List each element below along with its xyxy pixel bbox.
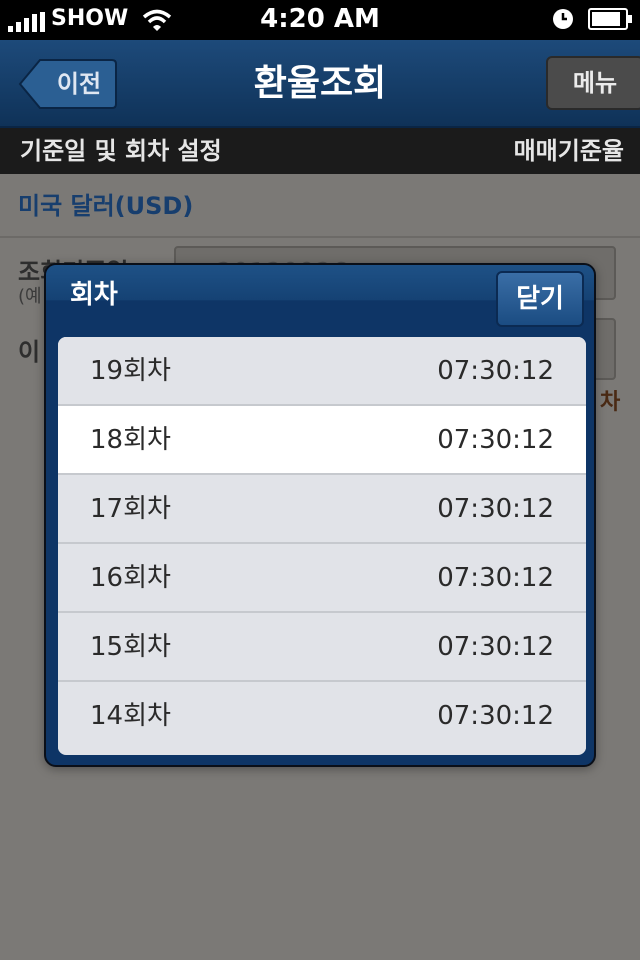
status-right: [552, 8, 632, 30]
subheader-title: 기준일 및 회차 설정: [20, 137, 222, 165]
round-time: 07:30:12: [437, 701, 554, 731]
clock-icon: [553, 9, 573, 29]
page-title: 환율조회: [253, 63, 387, 104]
close-button[interactable]: 닫기: [496, 271, 584, 327]
round-time: 07:30:12: [437, 494, 554, 524]
list-item[interactable]: 14회차 07:30:12: [58, 682, 586, 751]
round-time: 07:30:12: [437, 425, 554, 455]
round-label: 19회차: [90, 356, 171, 386]
list-item[interactable]: 16회차 07:30:12: [58, 544, 586, 613]
round-label: 17회차: [90, 494, 171, 524]
list-item[interactable]: 19회차 07:30:12: [58, 337, 586, 406]
currency-name: 미국 달러(USD): [18, 192, 194, 220]
list-item[interactable]: 15회차 07:30:12: [58, 613, 586, 682]
modal-header: 회차 닫기: [46, 265, 594, 335]
modal-title: 회차: [70, 280, 118, 310]
nav-bar: 이전 환율조회 메뉴: [0, 40, 640, 128]
round-time: 07:30:12: [437, 356, 554, 386]
round-label: 이: [18, 338, 41, 366]
round-label: 18회차: [90, 425, 171, 455]
menu-button[interactable]: 메뉴: [546, 56, 640, 110]
battery-icon: [588, 8, 632, 30]
status-bar: SHOW 4:20 AM: [0, 0, 640, 40]
round-list: 19회차 07:30:12 18회차 07:30:12 17회차 07:30:1…: [58, 337, 586, 755]
round-label: 16회차: [90, 563, 171, 593]
round-side-text: 차: [600, 390, 621, 415]
back-button[interactable]: 이전: [18, 58, 118, 110]
status-time: 4:20 AM: [260, 4, 380, 34]
list-item-selected[interactable]: 18회차 07:30:12: [58, 406, 586, 475]
date-hint: (예: [18, 286, 42, 307]
round-label: 15회차: [90, 632, 171, 662]
round-picker-modal: 회차 닫기 19회차 07:30:12 18회차 07:30:12 17회차 0…: [44, 263, 596, 767]
back-button-label: 이전: [56, 70, 102, 98]
round-time: 07:30:12: [437, 632, 554, 662]
list-item[interactable]: 17회차 07:30:12: [58, 475, 586, 544]
currency-row: 미국 달러(USD): [0, 174, 640, 238]
round-time: 07:30:12: [437, 563, 554, 593]
settings-subheader: 기준일 및 회차 설정 매매기준율: [0, 128, 640, 174]
round-label: 14회차: [90, 701, 171, 731]
subheader-rate-type[interactable]: 매매기준율: [514, 128, 624, 174]
